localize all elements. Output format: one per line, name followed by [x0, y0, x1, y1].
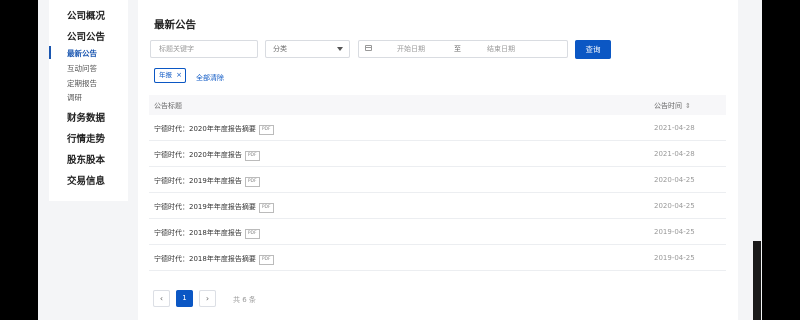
pdf-icon: PDF	[244, 229, 260, 239]
pagination-total: 共 6 条	[233, 296, 256, 304]
sidebar-item-market-trend[interactable]: 行情走势	[67, 131, 105, 145]
announcement-link[interactable]: 宁德时代：2020年年度报告摘要 PDF	[154, 124, 274, 135]
table-row: 宁德时代：2018年年度报告 PDF 2019-04-25	[149, 219, 726, 245]
announcement-title: 宁德时代：2019年年度报告	[154, 177, 242, 185]
announcement-link[interactable]: 宁德时代：2018年年度报告 PDF	[154, 228, 260, 239]
close-icon[interactable]: ×	[176, 69, 182, 82]
table-row: 宁德时代：2019年年度报告摘要 PDF 2020-04-25	[149, 193, 726, 219]
chevron-down-icon	[337, 47, 343, 51]
sidebar-item-announcements[interactable]: 公司公告	[67, 29, 105, 43]
sort-icon[interactable]: ⇕	[685, 102, 691, 110]
query-button[interactable]: 查询	[575, 40, 611, 59]
pagination-page-1[interactable]: 1	[176, 290, 193, 307]
keyword-field[interactable]	[150, 40, 258, 58]
start-date-input[interactable]: 开始日期	[397, 41, 425, 57]
sidebar-subitem-qa[interactable]: 互动问答	[67, 63, 97, 74]
pdf-icon: PDF	[244, 151, 260, 161]
pdf-icon: PDF	[258, 255, 274, 265]
announcement-link[interactable]: 宁德时代：2019年年度报告摘要 PDF	[154, 202, 274, 213]
announcement-date: 2020-04-25	[654, 176, 695, 184]
announcement-title: 宁德时代：2019年年度报告摘要	[154, 203, 256, 211]
announcement-link[interactable]: 宁德时代：2019年年度报告 PDF	[154, 176, 260, 187]
sidebar-item-company-overview[interactable]: 公司概况	[67, 8, 105, 22]
column-header-time-label: 公告时间	[654, 102, 682, 110]
keyword-input[interactable]	[159, 42, 251, 56]
pagination-next-button[interactable]: ›	[199, 290, 216, 307]
sidebar-subitem-latest-announcements[interactable]: 最新公告	[67, 48, 97, 59]
pdf-icon: PDF	[244, 177, 260, 187]
end-date-input[interactable]: 结束日期	[487, 41, 515, 57]
announcement-date: 2021-04-28	[654, 124, 695, 132]
announcement-title: 宁德时代：2018年年度报告摘要	[154, 255, 256, 263]
sidebar: 公司概况 公司公告 最新公告 互动问答 定期报告 调研 财务数据 行情走势 股东…	[49, 0, 128, 201]
column-header-title: 公告标题	[154, 102, 182, 110]
calendar-icon	[365, 45, 372, 51]
announcement-date: 2019-04-25	[654, 254, 695, 262]
announcement-link[interactable]: 宁德时代：2018年年度报告摘要 PDF	[154, 254, 274, 265]
scrollbar-track[interactable]	[753, 241, 761, 320]
pdf-icon: PDF	[258, 203, 274, 213]
table-row: 宁德时代：2020年年度报告 PDF 2021-04-28	[149, 141, 726, 167]
announcement-link[interactable]: 宁德时代：2020年年度报告 PDF	[154, 150, 260, 161]
main-panel: 最新公告 分类 开始日期 至 结束日期 查询 年报 × 全部清除 公告标题 公告…	[138, 0, 738, 320]
sidebar-subitem-periodic-reports[interactable]: 定期报告	[67, 78, 97, 89]
sidebar-active-marker	[49, 46, 51, 59]
table-row: 宁德时代：2019年年度报告 PDF 2020-04-25	[149, 167, 726, 193]
announcement-date: 2021-04-28	[654, 150, 695, 158]
sidebar-item-financial-data[interactable]: 财务数据	[67, 110, 105, 124]
sidebar-item-trading-info[interactable]: 交易信息	[67, 173, 105, 187]
page-title: 最新公告	[154, 19, 196, 31]
announcement-date: 2019-04-25	[654, 228, 695, 236]
announcement-date: 2020-04-25	[654, 202, 695, 210]
date-range-separator: 至	[454, 45, 461, 53]
announcement-title: 宁德时代：2020年年度报告摘要	[154, 125, 256, 133]
table-row: 宁德时代：2018年年度报告摘要 PDF 2019-04-25	[149, 245, 726, 271]
announcement-title: 宁德时代：2020年年度报告	[154, 151, 242, 159]
column-header-time[interactable]: 公告时间 ⇕	[654, 101, 691, 111]
filter-tag-label: 年报	[159, 71, 172, 79]
pagination-prev-button[interactable]: ‹	[153, 290, 170, 307]
filter-tag-annual-report: 年报 ×	[154, 68, 186, 83]
sidebar-subitem-research[interactable]: 调研	[67, 92, 82, 103]
category-select[interactable]: 分类	[265, 40, 350, 58]
table-row: 宁德时代：2020年年度报告摘要 PDF 2021-04-28	[149, 115, 726, 141]
table-header: 公告标题 公告时间 ⇕	[149, 95, 726, 115]
sidebar-item-shareholders[interactable]: 股东股本	[67, 152, 105, 166]
pdf-icon: PDF	[258, 125, 274, 135]
announcement-title: 宁德时代：2018年年度报告	[154, 229, 242, 237]
date-range-picker[interactable]: 开始日期 至 结束日期	[358, 40, 568, 58]
clear-all-link[interactable]: 全部清除	[196, 73, 224, 83]
category-select-value: 分类	[273, 45, 287, 53]
